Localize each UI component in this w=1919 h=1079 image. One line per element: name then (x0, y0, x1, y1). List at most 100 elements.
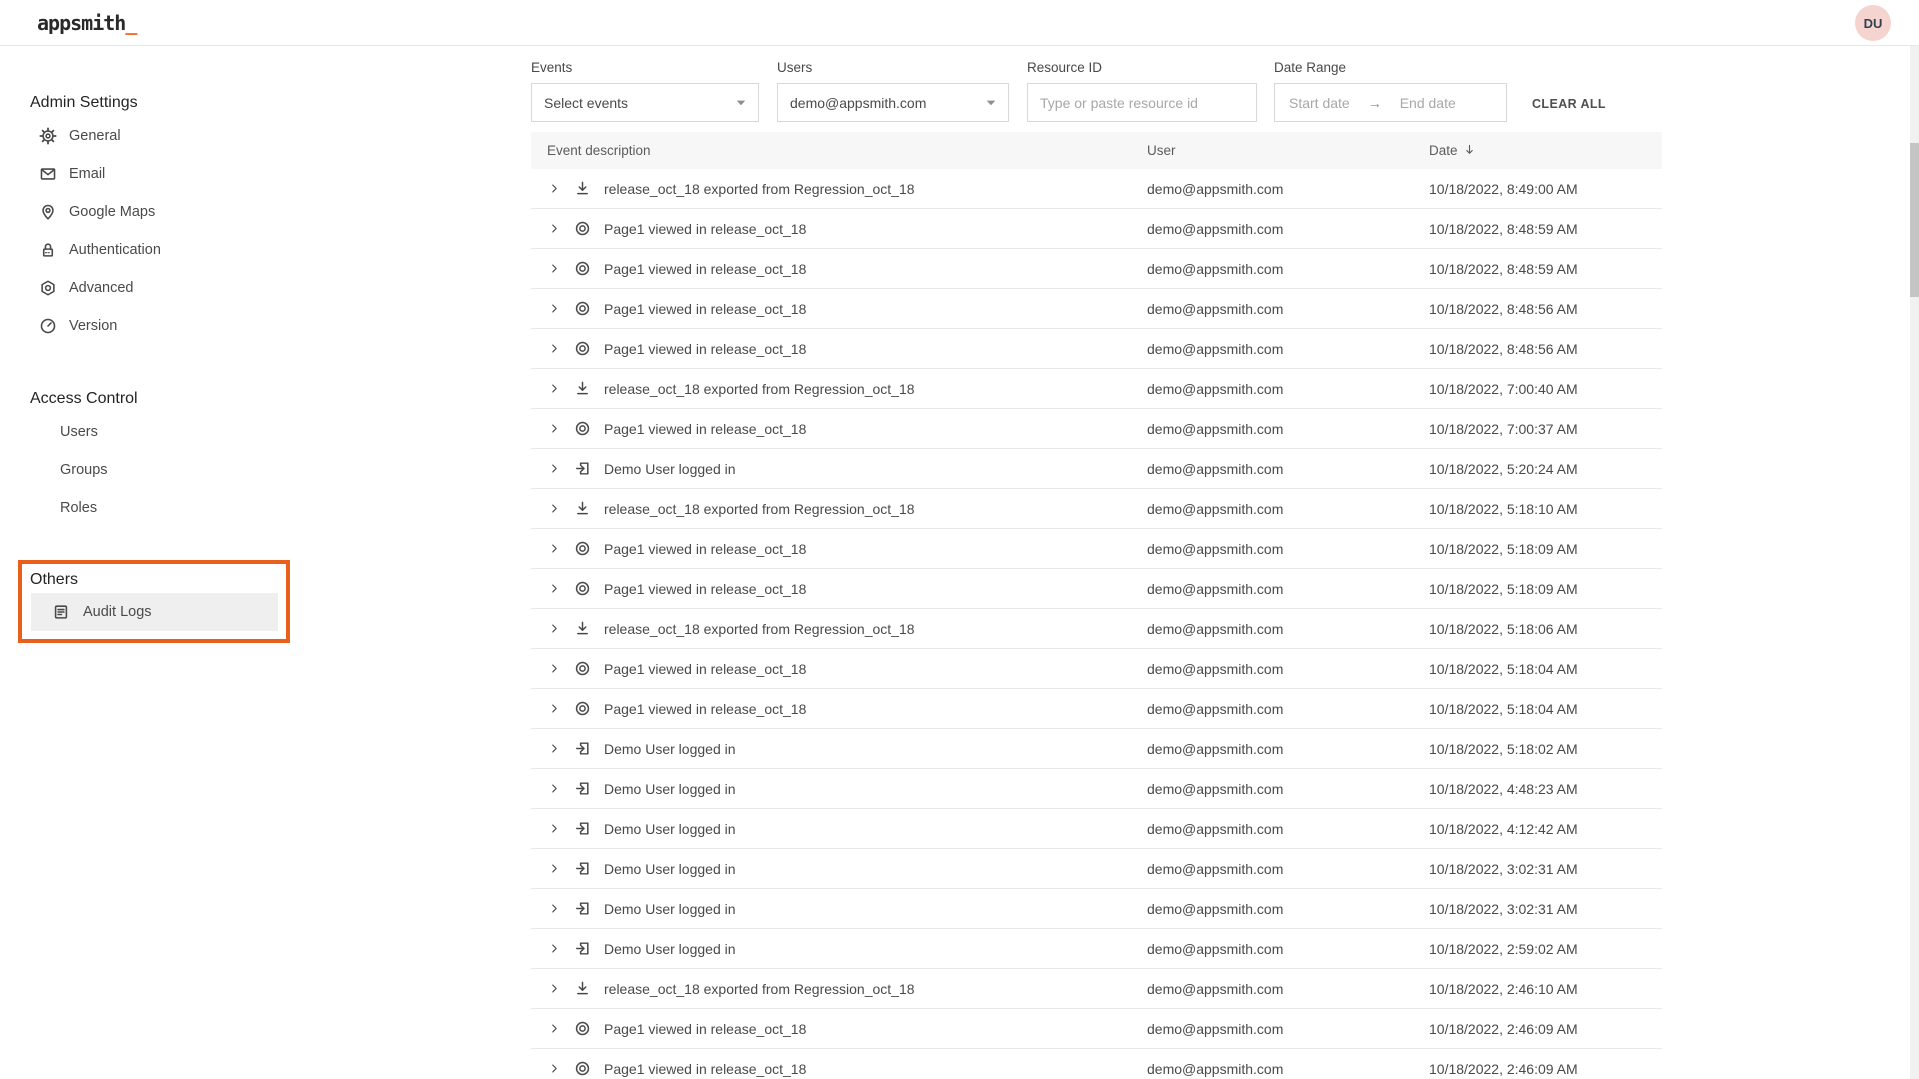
table-row[interactable]: Page1 viewed in release_oct_18demo@appsm… (531, 409, 1662, 449)
event-description-cell: release_oct_18 exported from Regression_… (531, 180, 1147, 197)
appsmith-logo[interactable]: appsmith_ (37, 11, 136, 35)
table-row[interactable]: Demo User logged indemo@appsmith.com10/1… (531, 769, 1662, 809)
events-filter: Events Select events (531, 60, 759, 122)
chevron-right-icon[interactable] (549, 303, 560, 314)
chevron-right-icon[interactable] (549, 1023, 560, 1034)
table-row[interactable]: Demo User logged indemo@appsmith.com10/1… (531, 809, 1662, 849)
event-description-cell: Demo User logged in (531, 780, 1147, 797)
user-cell: demo@appsmith.com (1147, 421, 1429, 437)
users-select[interactable]: demo@appsmith.com (777, 83, 1009, 122)
chevron-right-icon[interactable] (549, 503, 560, 514)
resource-id-input[interactable] (1027, 83, 1257, 122)
date-cell: 10/18/2022, 3:02:31 AM (1429, 901, 1662, 917)
date-range-picker[interactable]: Start date → End date (1274, 83, 1507, 122)
sidebar-item-label: Email (69, 166, 105, 182)
user-cell: demo@appsmith.com (1147, 461, 1429, 477)
sidebar-item-version[interactable]: Version (30, 307, 531, 345)
date-cell: 10/18/2022, 5:18:04 AM (1429, 661, 1662, 677)
chevron-right-icon[interactable] (549, 943, 560, 954)
chevron-right-icon[interactable] (549, 1063, 560, 1074)
table-row[interactable]: Page1 viewed in release_oct_18demo@appsm… (531, 649, 1662, 689)
sidebar-item-audit-logs[interactable]: Audit Logs (31, 593, 278, 631)
table-row[interactable]: release_oct_18 exported from Regression_… (531, 609, 1662, 649)
event-description-cell: Page1 viewed in release_oct_18 (531, 300, 1147, 317)
table-row[interactable]: Page1 viewed in release_oct_18demo@appsm… (531, 1009, 1662, 1049)
eye-icon (574, 700, 591, 717)
clear-all-button[interactable]: CLEAR ALL (1532, 97, 1606, 111)
chevron-right-icon[interactable] (549, 623, 560, 634)
event-description-text: Page1 viewed in release_oct_18 (604, 301, 806, 317)
table-row[interactable]: release_oct_18 exported from Regression_… (531, 969, 1662, 1009)
event-description-cell: Page1 viewed in release_oct_18 (531, 580, 1147, 597)
date-range-filter-label: Date Range (1274, 60, 1507, 76)
table-row[interactable]: Page1 viewed in release_oct_18demo@appsm… (531, 249, 1662, 289)
table-row[interactable]: Demo User logged indemo@appsmith.com10/1… (531, 449, 1662, 489)
table-row[interactable]: release_oct_18 exported from Regression_… (531, 369, 1662, 409)
chevron-down-icon (986, 100, 996, 106)
chevron-right-icon[interactable] (549, 423, 560, 434)
chevron-right-icon[interactable] (549, 343, 560, 354)
sidebar-item-roles[interactable]: Roles (30, 489, 531, 527)
chevron-right-icon[interactable] (549, 743, 560, 754)
sidebar-item-advanced[interactable]: Advanced (30, 269, 531, 307)
date-cell: 10/18/2022, 7:00:37 AM (1429, 421, 1662, 437)
chevron-right-icon[interactable] (549, 183, 560, 194)
login-icon (574, 900, 591, 917)
event-description-cell: Demo User logged in (531, 860, 1147, 877)
lock-icon (39, 241, 57, 259)
chevron-right-icon[interactable] (549, 863, 560, 874)
event-description-text: Page1 viewed in release_oct_18 (604, 1061, 806, 1077)
chevron-right-icon[interactable] (549, 383, 560, 394)
chevron-right-icon[interactable] (549, 463, 560, 474)
chevron-right-icon[interactable] (549, 543, 560, 554)
chevron-right-icon[interactable] (549, 903, 560, 914)
table-row[interactable]: Demo User logged indemo@appsmith.com10/1… (531, 929, 1662, 969)
chevron-right-icon[interactable] (549, 823, 560, 834)
table-row[interactable]: Demo User logged indemo@appsmith.com10/1… (531, 849, 1662, 889)
user-avatar[interactable]: DU (1855, 5, 1891, 41)
sidebar-item-users[interactable]: Users (30, 413, 531, 451)
date-cell: 10/18/2022, 5:18:04 AM (1429, 701, 1662, 717)
table-row[interactable]: Page1 viewed in release_oct_18demo@appsm… (531, 569, 1662, 609)
chevron-right-icon[interactable] (549, 703, 560, 714)
sidebar-item-authentication[interactable]: Authentication (30, 231, 531, 269)
table-row[interactable]: Page1 viewed in release_oct_18demo@appsm… (531, 529, 1662, 569)
table-row[interactable]: Demo User logged indemo@appsmith.com10/1… (531, 729, 1662, 769)
event-description-text: Page1 viewed in release_oct_18 (604, 341, 806, 357)
main-content: Events Select events Users demo@appsmith… (531, 46, 1919, 1079)
end-date-placeholder: End date (1400, 95, 1456, 111)
chevron-right-icon[interactable] (549, 783, 560, 794)
table-row[interactable]: release_oct_18 exported from Regression_… (531, 169, 1662, 209)
filters-bar: Events Select events Users demo@appsmith… (531, 60, 1919, 122)
chevron-right-icon[interactable] (549, 223, 560, 234)
sidebar-item-general[interactable]: General (30, 117, 531, 155)
chevron-right-icon[interactable] (549, 263, 560, 274)
event-description-cell: Page1 viewed in release_oct_18 (531, 260, 1147, 277)
event-description-text: Demo User logged in (604, 941, 736, 957)
table-row[interactable]: release_oct_18 exported from Regression_… (531, 489, 1662, 529)
events-filter-label: Events (531, 60, 759, 76)
eye-icon (574, 1020, 591, 1037)
events-select[interactable]: Select events (531, 83, 759, 122)
chevron-right-icon[interactable] (549, 983, 560, 994)
column-header-date[interactable]: Date (1429, 143, 1662, 159)
scrollbar-thumb[interactable] (1910, 143, 1919, 297)
chevron-right-icon[interactable] (549, 583, 560, 594)
table-row[interactable]: Page1 viewed in release_oct_18demo@appsm… (531, 1049, 1662, 1079)
user-cell: demo@appsmith.com (1147, 981, 1429, 997)
event-description-cell: Page1 viewed in release_oct_18 (531, 700, 1147, 717)
date-cell: 10/18/2022, 5:18:09 AM (1429, 541, 1662, 557)
table-row[interactable]: Page1 viewed in release_oct_18demo@appsm… (531, 289, 1662, 329)
table-row[interactable]: Demo User logged indemo@appsmith.com10/1… (531, 889, 1662, 929)
sidebar-item-groups[interactable]: Groups (30, 451, 531, 489)
event-description-cell: Page1 viewed in release_oct_18 (531, 1020, 1147, 1037)
sidebar-item-email[interactable]: Email (30, 155, 531, 193)
date-cell: 10/18/2022, 5:18:09 AM (1429, 581, 1662, 597)
table-row[interactable]: Page1 viewed in release_oct_18demo@appsm… (531, 209, 1662, 249)
table-row[interactable]: Page1 viewed in release_oct_18demo@appsm… (531, 329, 1662, 369)
chevron-right-icon[interactable] (549, 663, 560, 674)
resource-id-filter-label: Resource ID (1027, 60, 1257, 76)
sidebar-item-label: Users (60, 424, 98, 440)
sidebar-item-google-maps[interactable]: Google Maps (30, 193, 531, 231)
table-row[interactable]: Page1 viewed in release_oct_18demo@appsm… (531, 689, 1662, 729)
